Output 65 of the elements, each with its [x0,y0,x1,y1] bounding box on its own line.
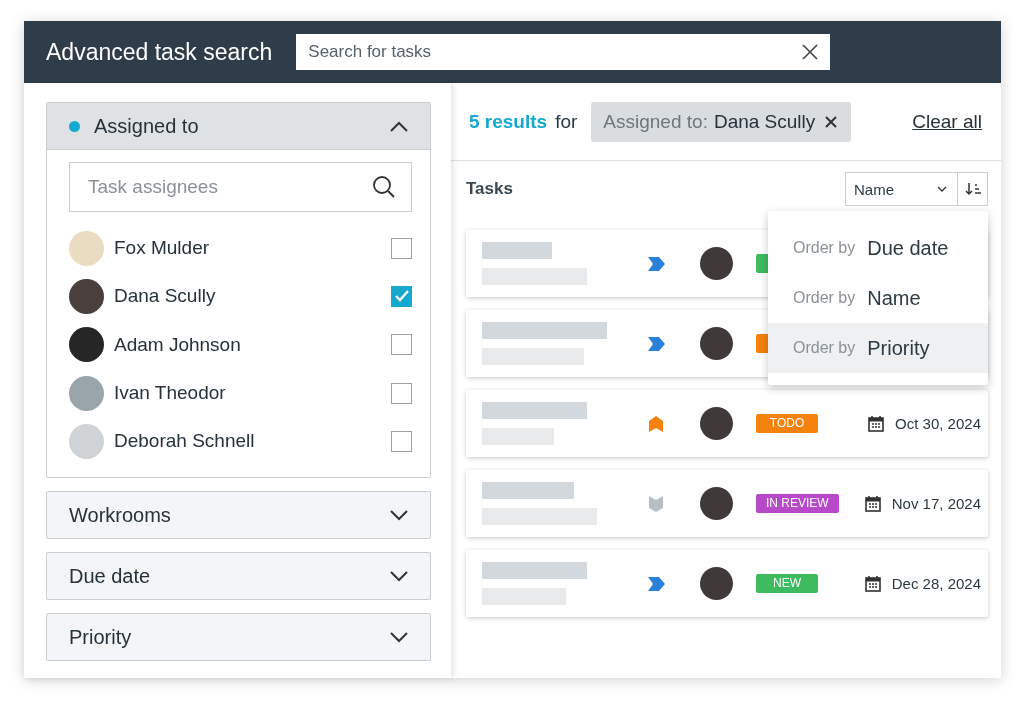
avatar [69,327,104,363]
close-icon[interactable] [802,44,819,60]
chevron-icon [648,255,665,272]
filter-chip[interactable]: Assigned to: Dana Scully [591,101,852,142]
task-card[interactable]: IN REVIEW Nov 17, 2024 [466,470,988,537]
status-tag: IN REVIEW [756,494,839,513]
chevron-icon[interactable] [390,571,408,582]
filter-label: Due date [69,565,152,588]
filter-header[interactable]: Priority [47,614,430,661]
filter-header[interactable]: Assigned to [47,103,430,150]
assignee-name: Fox Mulder [114,237,211,260]
avatar [700,407,733,440]
calendar-icon [864,495,881,512]
results-label: for [555,110,578,133]
due-date: Nov 17, 2024 [891,495,981,512]
filter-header[interactable]: Workrooms [47,492,430,539]
assignee-name: Ivan Theodor [114,382,227,405]
close-icon[interactable] [825,115,838,128]
assignee-name: Dana Scully [114,285,217,308]
avatar [700,487,733,520]
task-card[interactable]: TODO Oct 30, 2024 [466,390,988,457]
filter-label: Workrooms [69,504,172,527]
filter-label: Assigned to [94,114,200,138]
status-tag: NEW [756,574,818,593]
status-tag: TODO [756,414,818,433]
chevron-icon[interactable] [390,632,408,643]
chevron-icon [648,335,665,352]
menu-item[interactable]: Order by Due date [768,223,988,273]
results-count: 5 results [469,110,548,133]
chevron-icon[interactable] [390,510,408,521]
avatar [69,423,104,459]
search-icon [372,175,396,199]
avatar [700,327,733,360]
assignee-name: Adam Johnson [114,333,242,356]
filter-header[interactable]: Due date [47,553,430,600]
avatar [69,375,104,411]
checkbox[interactable] [391,285,412,307]
calendar-icon [864,575,881,592]
search-field[interactable]: Search for tasks [296,34,831,70]
sort-icon [964,182,981,196]
caret-icon [937,186,947,192]
menu-item[interactable]: Order by Name [768,273,988,323]
calendar-icon [868,415,885,432]
task-card[interactable]: NEW Dec 28, 2024 [466,550,988,617]
avatar [700,567,733,600]
due-date: Dec 28, 2024 [891,575,981,592]
window-title: Advanced task search [46,38,273,66]
checkbox[interactable] [391,334,412,356]
search-field[interactable]: Task assignees [69,162,412,212]
checkbox[interactable] [391,382,412,404]
assignee-name: Deborah Schnell [114,430,256,453]
chevron-icon [648,575,665,592]
checkbox[interactable] [391,237,412,259]
avatar [69,230,104,266]
section-title: Tasks [466,179,513,199]
menu-item[interactable]: Order by Priority [768,323,988,373]
clear-all-link[interactable]: Clear all [912,110,982,133]
chevron-icon[interactable] [390,120,408,132]
avatar [69,278,104,314]
chevron-down-icon [648,495,665,512]
filter-label: Priority [69,626,133,649]
flag-icon [648,415,665,432]
due-date: Oct 30, 2024 [895,415,981,432]
avatar [700,247,733,280]
checkbox[interactable] [391,430,412,452]
